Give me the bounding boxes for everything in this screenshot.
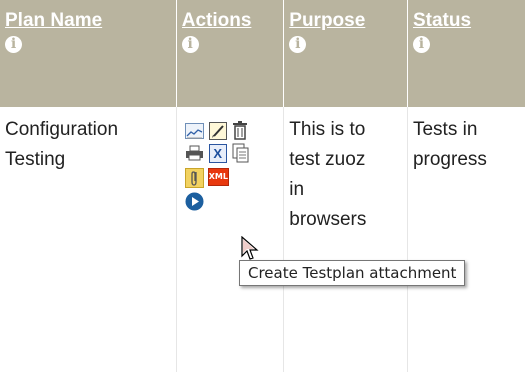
tooltip-text: Create Testplan attachment — [248, 264, 457, 282]
info-icon[interactable]: i — [289, 36, 307, 53]
purpose-text: This is to test zuoz in browsers — [289, 119, 367, 230]
attachment-icon[interactable] — [184, 168, 204, 188]
info-icon[interactable]: i — [181, 36, 199, 53]
actions-cell: X XML — [176, 107, 285, 372]
col-header-label[interactable]: Purpose — [289, 10, 407, 32]
status-text: Tests in progress — [412, 119, 487, 170]
info-icon[interactable]: i — [5, 36, 22, 53]
table-header-row: Plan Name i Actions i Purpose i Status i — [0, 0, 525, 107]
tooltip: Create Testplan attachment — [239, 260, 466, 286]
col-header-purpose[interactable]: Purpose i — [283, 0, 408, 107]
execute-icon[interactable] — [185, 192, 204, 211]
delete-icon[interactable] — [232, 121, 248, 140]
col-header-label[interactable]: Status — [413, 10, 525, 32]
copy-icon[interactable] — [232, 143, 250, 163]
col-header-status[interactable]: Status i — [407, 0, 525, 107]
col-header-label[interactable]: Plan Name — [5, 10, 176, 32]
print-icon[interactable] — [185, 145, 204, 161]
plan-name-cell: Configuration Testing — [0, 107, 177, 372]
actions-icon-group: X XML — [177, 107, 284, 372]
chart-icon[interactable] — [184, 123, 204, 139]
xml-icon-letters: XML — [208, 172, 228, 181]
export-excel-icon[interactable]: X — [208, 144, 227, 163]
edit-icon[interactable] — [208, 122, 227, 140]
plan-name-text: Configuration Testing — [5, 119, 119, 170]
status-cell: Tests in progress — [407, 107, 525, 372]
col-header-actions[interactable]: Actions i — [176, 0, 285, 107]
mouse-cursor-icon — [241, 236, 259, 260]
col-header-label[interactable]: Actions — [182, 10, 284, 32]
col-header-plan-name[interactable]: Plan Name i — [0, 0, 177, 107]
excel-icon-letter: X — [213, 146, 223, 161]
table-row: Configuration Testing X XML This is to t… — [0, 107, 525, 372]
info-icon[interactable]: i — [412, 36, 430, 53]
export-xml-icon[interactable]: XML — [207, 168, 229, 186]
testplan-table: Plan Name i Actions i Purpose i Status i… — [0, 0, 525, 372]
purpose-cell: This is to test zuoz in browsers — [283, 107, 408, 372]
